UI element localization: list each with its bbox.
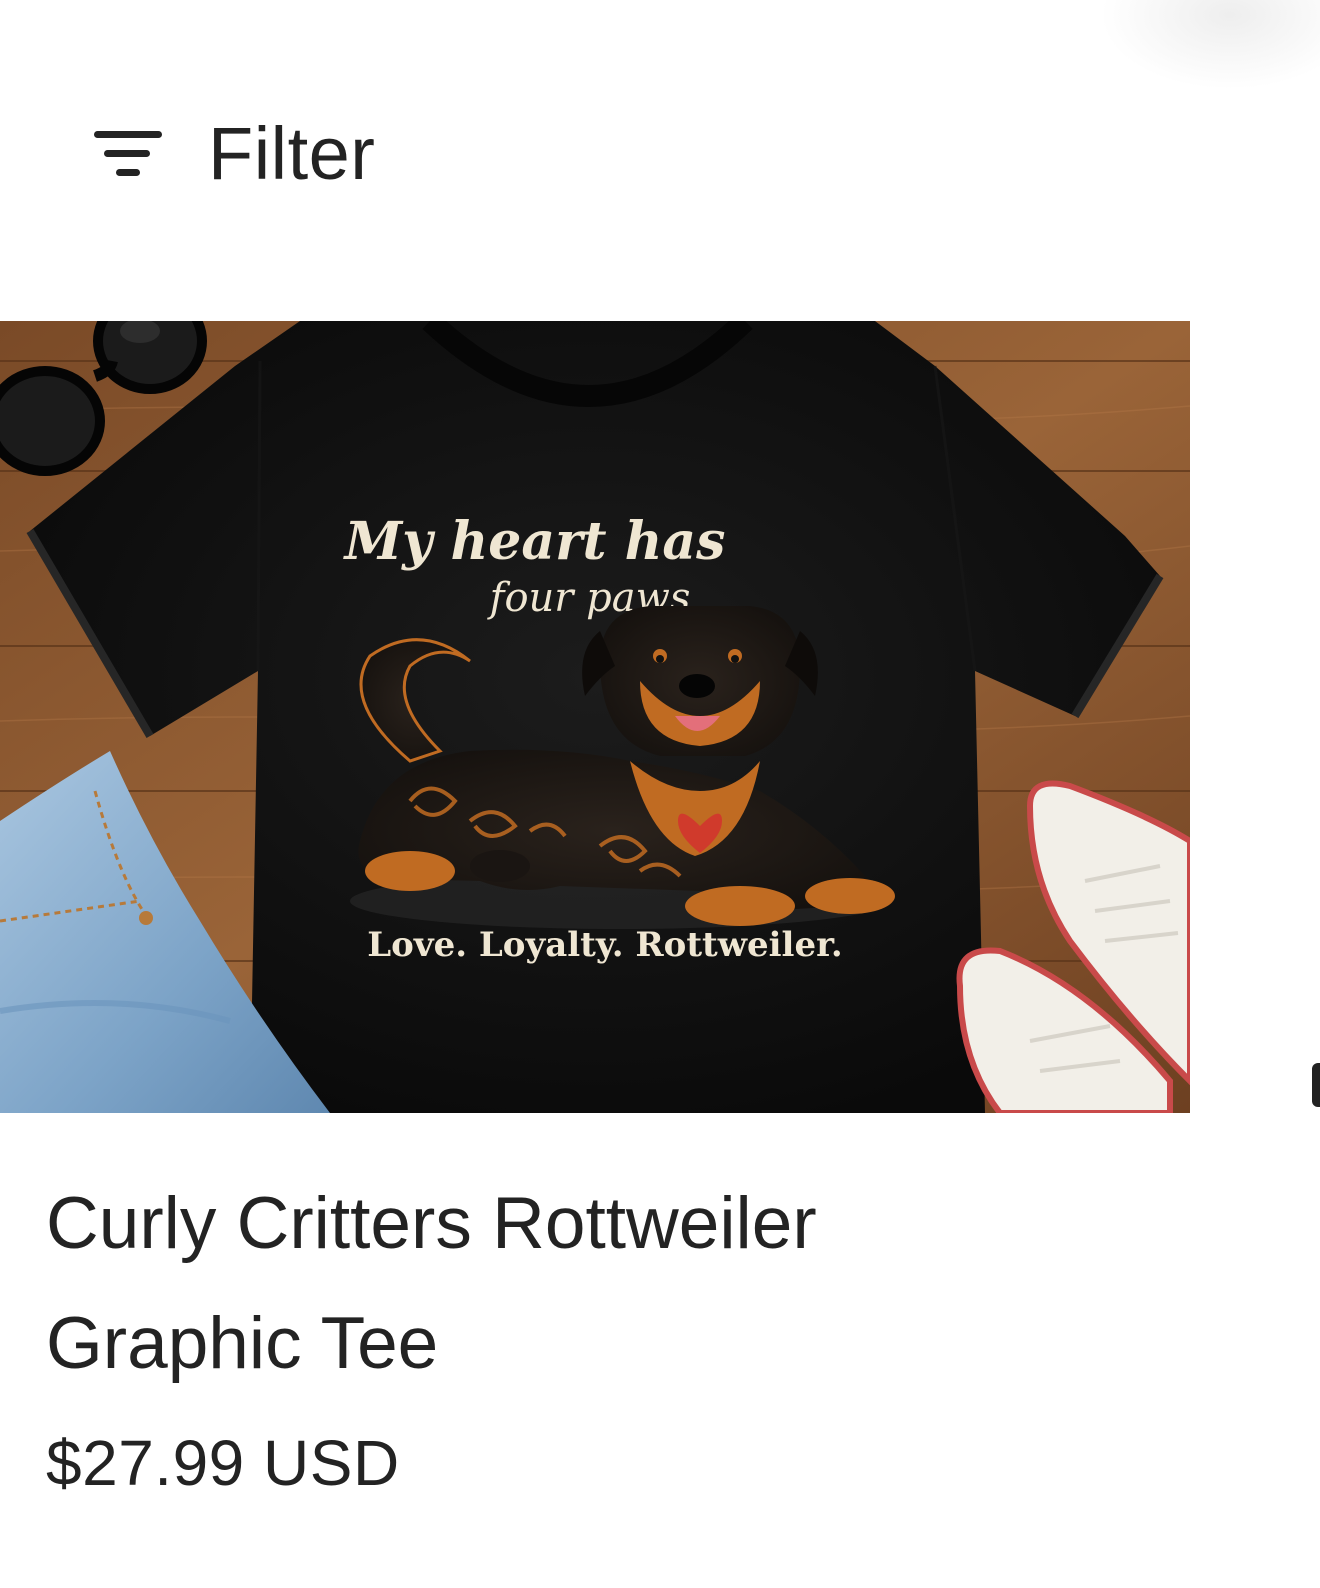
product-title[interactable]: Curly Critters Rottweiler Graphic Tee — [46, 1164, 1046, 1404]
filter-lines-icon — [94, 131, 162, 176]
shirt-tagline: Love. Loyalty. Rottweiler. — [367, 925, 843, 965]
corner-shadow — [1100, 0, 1320, 90]
filter-button[interactable]: Filter — [92, 108, 375, 198]
filter-label: Filter — [208, 111, 376, 195]
product-price: $27.99 USD — [46, 1427, 400, 1499]
shirt-text-line1: My heart has — [343, 511, 726, 572]
product-image[interactable]: My heart has four paws Love. Loyalty. Ro… — [0, 321, 1190, 1113]
product-card[interactable]: My heart has four paws Love. Loyalty. Ro… — [0, 321, 1190, 1384]
next-card-edge — [1312, 1063, 1320, 1107]
